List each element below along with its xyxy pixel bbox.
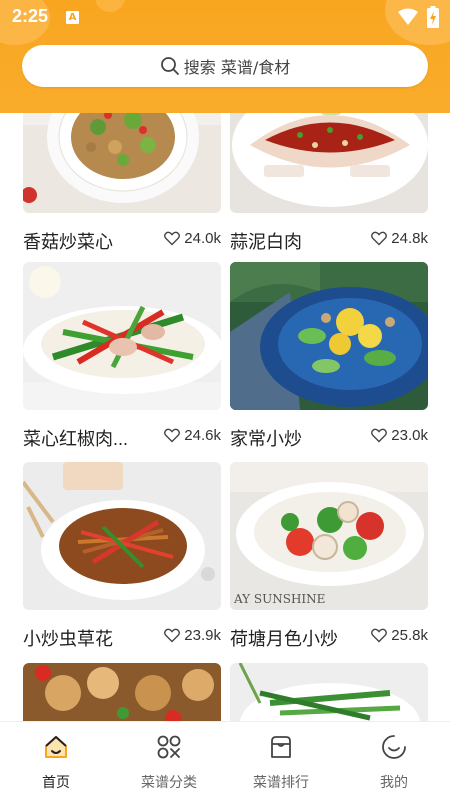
recipe-image <box>23 262 221 410</box>
recipe-card[interactable] <box>230 663 428 721</box>
heart-icon <box>164 231 181 246</box>
tab-label: 菜谱排行 <box>253 775 309 791</box>
search-icon <box>160 57 179 75</box>
like-count[interactable]: 25.8k <box>371 627 428 644</box>
recipe-card[interactable]: 家常小炒 23.0k <box>230 262 428 466</box>
like-count[interactable]: 23.0k <box>371 427 428 444</box>
recipe-title: 小炒虫草花 <box>23 629 113 649</box>
heart-icon <box>164 428 181 443</box>
heart-icon <box>371 231 388 246</box>
category-icon <box>157 735 181 759</box>
recipe-card[interactable]: AY SUNSHINE 荷塘月色小炒 25.8k <box>230 462 428 666</box>
recipe-image: AY SUNSHINE <box>230 462 428 610</box>
recipe-image <box>23 113 221 213</box>
image-caption: AY SUNSHINE <box>233 592 325 606</box>
bottom-tab-bar: 首页 菜谱分类 菜谱排行 我的 <box>0 721 450 798</box>
recipe-title: 蒜泥白肉 <box>230 232 302 252</box>
recipe-title: 家常小炒 <box>230 429 302 449</box>
recipe-image <box>230 113 428 213</box>
tab-label: 菜谱分类 <box>141 775 197 791</box>
recipe-image <box>230 663 428 721</box>
wifi-icon <box>398 8 418 25</box>
recipe-grid: 香菇炒菜心 24.0k 蒜泥白肉 24.8k 菜心红椒肉... 24.6k 家常… <box>0 113 450 721</box>
profile-icon <box>382 735 406 759</box>
home-icon <box>45 736 67 758</box>
like-count-value: 23.9k <box>184 627 221 644</box>
search-bar[interactable]: 搜索 菜谱/食材 <box>22 45 428 87</box>
heart-icon <box>371 628 388 643</box>
recipe-card[interactable]: 小炒虫草花 23.9k <box>23 462 221 666</box>
like-count[interactable]: 24.8k <box>371 230 428 247</box>
tab-ranking[interactable]: 菜谱排行 <box>225 722 337 798</box>
tab-profile[interactable]: 我的 <box>338 722 450 798</box>
recipe-title: 菜心红椒肉... <box>23 429 129 449</box>
like-count[interactable]: 24.6k <box>164 427 221 444</box>
recipe-image <box>23 462 221 610</box>
recipe-title: 荷塘月色小炒 <box>230 629 338 649</box>
recipe-image <box>230 262 428 410</box>
tab-home[interactable]: 首页 <box>0 722 112 798</box>
battery-icon <box>427 6 439 28</box>
like-count-value: 24.8k <box>391 230 428 247</box>
recipe-card[interactable]: 菜心红椒肉... 24.6k <box>23 262 221 466</box>
recipe-card[interactable] <box>23 663 221 721</box>
tab-label: 首页 <box>42 775 70 791</box>
like-count-value: 23.0k <box>391 427 428 444</box>
status-time: 2:25 <box>12 6 49 26</box>
notification-icon: A <box>66 11 79 24</box>
like-count-value: 24.6k <box>184 427 221 444</box>
like-count-value: 25.8k <box>391 627 428 644</box>
tab-category[interactable]: 菜谱分类 <box>113 722 225 798</box>
recipe-card[interactable]: 蒜泥白肉 24.8k <box>230 113 428 269</box>
heart-icon <box>164 628 181 643</box>
recipe-card[interactable]: 香菇炒菜心 24.0k <box>23 113 221 269</box>
recipe-title: 香菇炒菜心 <box>23 232 113 252</box>
status-bar: 2:25 A <box>0 0 450 34</box>
heart-icon <box>371 428 388 443</box>
like-count[interactable]: 24.0k <box>164 230 221 247</box>
like-count[interactable]: 23.9k <box>164 627 221 644</box>
recipe-image <box>23 663 221 721</box>
ranking-icon <box>271 736 291 758</box>
search-placeholder: 搜索 菜谱/食材 <box>183 58 291 77</box>
tab-label: 我的 <box>380 775 408 791</box>
like-count-value: 24.0k <box>184 230 221 247</box>
